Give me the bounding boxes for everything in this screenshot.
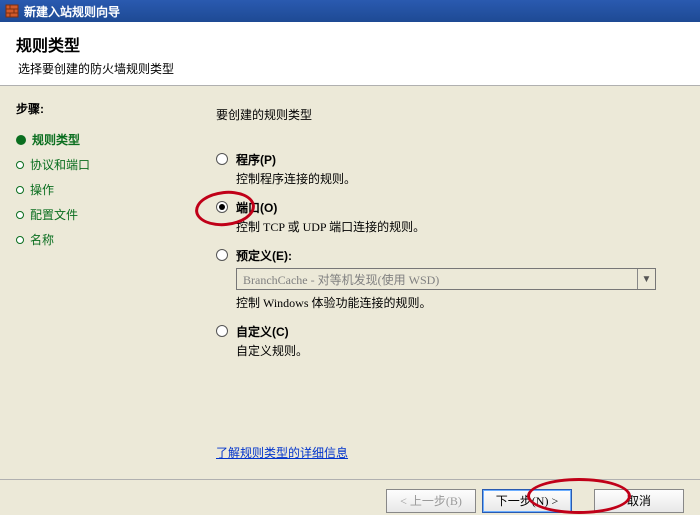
option-predefined: 预定义(E): BranchCache - 对等机发现(使用 WSD) ▼ 控制… [216, 247, 670, 311]
steps-sidebar: 步骤: 规则类型 协议和端口 操作 配置文件 名称 [0, 86, 196, 479]
step-list: 规则类型 协议和端口 操作 配置文件 名称 [16, 127, 186, 252]
radio-program[interactable] [216, 153, 228, 165]
main-panel: 要创建的规则类型 程序(P) 控制程序连接的规则。 端口(O) 控制 TCP 或… [196, 86, 700, 479]
step-bullet-future-icon [16, 161, 24, 169]
steps-heading: 步骤: [16, 100, 186, 117]
step-rule-type[interactable]: 规则类型 [16, 127, 186, 152]
help-link[interactable]: 了解规则类型的详细信息 [216, 444, 348, 461]
step-protocol-port[interactable]: 协议和端口 [16, 152, 186, 177]
step-action[interactable]: 操作 [16, 177, 186, 202]
page-description: 选择要创建的防火墙规则类型 [16, 60, 684, 77]
predefined-combo: BranchCache - 对等机发现(使用 WSD) ▼ [236, 268, 656, 290]
option-port-desc: 控制 TCP 或 UDP 端口连接的规则。 [236, 218, 670, 235]
option-port-label[interactable]: 端口(O) [236, 199, 277, 216]
next-button[interactable]: 下一步(N) > [482, 489, 572, 513]
step-name[interactable]: 名称 [16, 227, 186, 252]
step-bullet-future-icon [16, 186, 24, 194]
wizard-body: 步骤: 规则类型 协议和端口 操作 配置文件 名称 [0, 86, 700, 479]
step-profile[interactable]: 配置文件 [16, 202, 186, 227]
firewall-icon [4, 3, 20, 19]
step-label: 规则类型 [32, 131, 80, 148]
radio-predefined[interactable] [216, 249, 228, 261]
cancel-button[interactable]: 取消 [594, 489, 684, 513]
step-bullet-active-icon [16, 135, 26, 145]
step-label: 协议和端口 [30, 156, 90, 173]
option-program-desc: 控制程序连接的规则。 [236, 170, 670, 187]
page-title: 规则类型 [16, 32, 684, 56]
chevron-down-icon: ▼ [637, 269, 655, 289]
back-button: < 上一步(B) [386, 489, 476, 513]
step-label: 操作 [30, 181, 54, 198]
combo-selected-text: BranchCache - 对等机发现(使用 WSD) [237, 271, 637, 288]
option-program-label[interactable]: 程序(P) [236, 151, 276, 168]
option-custom-label[interactable]: 自定义(C) [236, 323, 289, 340]
option-custom: 自定义(C) 自定义规则。 [216, 323, 670, 359]
step-label: 名称 [30, 231, 54, 248]
option-predefined-label[interactable]: 预定义(E): [236, 247, 292, 264]
option-custom-desc: 自定义规则。 [236, 342, 670, 359]
window-title: 新建入站规则向导 [24, 3, 120, 20]
step-label: 配置文件 [30, 206, 78, 223]
radio-custom[interactable] [216, 325, 228, 337]
step-bullet-future-icon [16, 211, 24, 219]
step-bullet-future-icon [16, 236, 24, 244]
titlebar: 新建入站规则向导 [0, 0, 700, 22]
option-predefined-desc: 控制 Windows 体验功能连接的规则。 [236, 294, 670, 311]
wizard-header: 规则类型 选择要创建的防火墙规则类型 [0, 22, 700, 86]
main-prompt: 要创建的规则类型 [216, 106, 670, 123]
option-port: 端口(O) 控制 TCP 或 UDP 端口连接的规则。 [216, 199, 670, 235]
radio-port[interactable] [216, 201, 228, 213]
wizard-footer: < 上一步(B) 下一步(N) > 取消 [0, 479, 700, 515]
option-program: 程序(P) 控制程序连接的规则。 [216, 151, 670, 187]
